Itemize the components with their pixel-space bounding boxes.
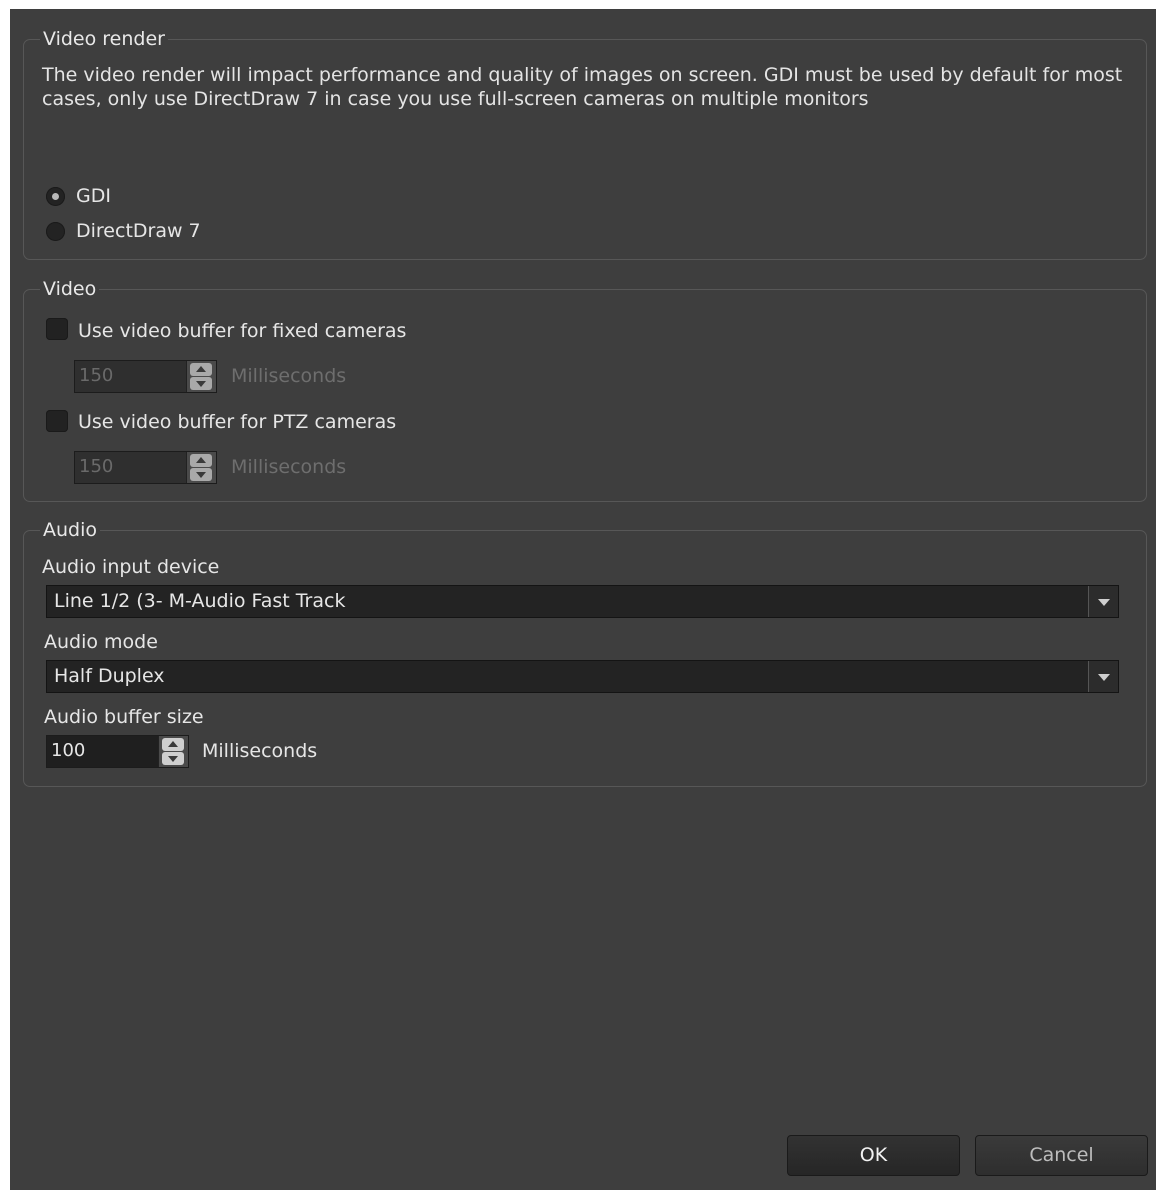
audio-legend: Audio (40, 518, 101, 542)
ptz-cameras-label: Use video buffer for PTZ cameras (78, 411, 397, 433)
audio-input-device-label: Audio input device (42, 556, 220, 578)
audio-buffer-size-label: Audio buffer size (44, 706, 204, 728)
ok-button[interactable]: OK (787, 1135, 960, 1176)
video-render-legend: Video render (40, 27, 168, 51)
audio-input-device-select[interactable]: Line 1/2 (3- M-Audio Fast Track (46, 585, 1119, 618)
radio-directdraw-label: DirectDraw 7 (76, 220, 201, 242)
audio-group: Audio Audio input device Line 1/2 (3- M-… (23, 518, 1147, 787)
audio-mode-label: Audio mode (44, 631, 158, 653)
audio-input-device-value: Line 1/2 (3- M-Audio Fast Track (54, 590, 346, 612)
spin-up-down-icon[interactable] (186, 361, 216, 392)
audio-buffer-stepper[interactable]: 100 (46, 735, 189, 768)
ptz-cameras-checkbox[interactable] (46, 410, 68, 432)
cancel-button[interactable]: Cancel (975, 1135, 1148, 1176)
fixed-buffer-unit: Milliseconds (231, 365, 347, 387)
fixed-buffer-value: 150 (79, 365, 114, 386)
chevron-down-icon[interactable] (1088, 661, 1118, 692)
ptz-buffer-unit: Milliseconds (231, 456, 347, 478)
audio-mode-value: Half Duplex (54, 665, 165, 687)
spin-up-down-icon[interactable] (158, 736, 188, 767)
chevron-down-icon[interactable] (1088, 586, 1118, 617)
audio-buffer-unit: Milliseconds (202, 740, 318, 762)
spin-up-down-icon[interactable] (186, 452, 216, 483)
radio-gdi-label: GDI (76, 185, 111, 207)
audio-mode-select[interactable]: Half Duplex (46, 660, 1119, 693)
ptz-buffer-value: 150 (79, 456, 114, 477)
ptz-buffer-stepper[interactable]: 150 (74, 451, 217, 484)
fixed-buffer-stepper[interactable]: 150 (74, 360, 217, 393)
radio-gdi[interactable] (46, 187, 65, 206)
video-group: Video Use video buffer for fixed cameras… (23, 277, 1147, 502)
fixed-cameras-label: Use video buffer for fixed cameras (78, 320, 407, 342)
radio-directdraw[interactable] (46, 222, 65, 241)
settings-dialog: Video render The video render will impac… (10, 9, 1156, 1190)
video-render-group: Video render The video render will impac… (23, 27, 1147, 260)
fixed-cameras-checkbox[interactable] (46, 318, 68, 340)
video-render-description: The video render will impact performance… (42, 64, 1123, 110)
video-legend: Video (40, 277, 100, 301)
audio-buffer-value[interactable]: 100 (51, 740, 85, 761)
